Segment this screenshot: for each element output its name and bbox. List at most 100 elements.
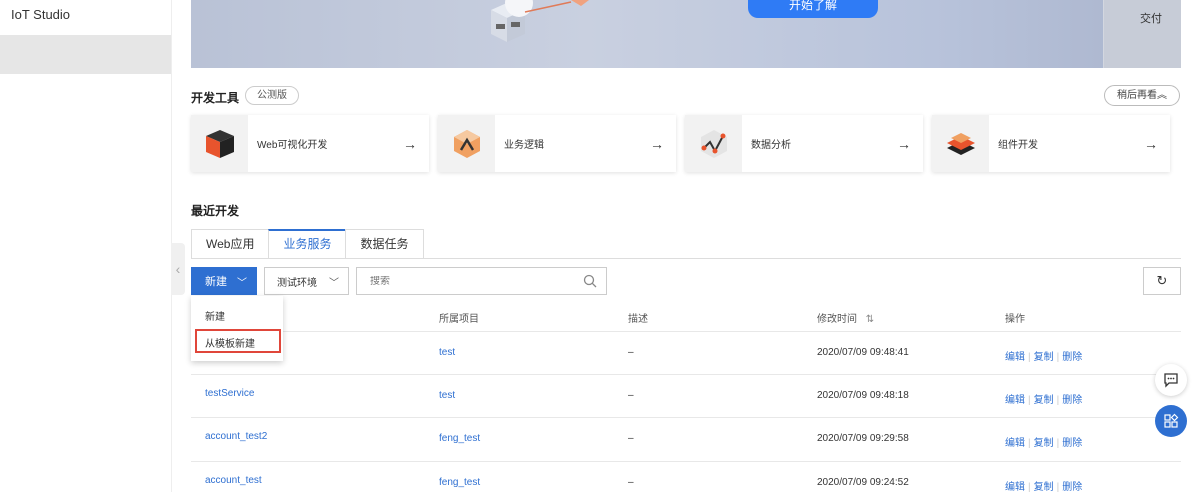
column-header-project: 所属项目 xyxy=(439,314,479,325)
project-link[interactable]: test xyxy=(439,347,455,358)
divider: | xyxy=(1056,395,1060,406)
modified-time-cell: 2020/07/09 09:48:18 xyxy=(817,390,909,401)
search-input[interactable] xyxy=(370,275,570,287)
tab-web-app[interactable]: Web应用 xyxy=(191,229,270,259)
sort-icon: ⇅ xyxy=(865,314,875,325)
column-header-description: 描述 xyxy=(628,314,648,325)
project-link[interactable]: feng_test xyxy=(439,477,480,488)
refresh-button[interactable]: ↻ xyxy=(1143,267,1181,295)
service-name-link[interactable]: testService xyxy=(205,388,254,399)
divider: | xyxy=(1056,352,1060,363)
edit-link[interactable]: 编辑 xyxy=(1005,438,1025,449)
beta-badge: 公测版 xyxy=(245,86,299,105)
sidebar-collapse-handle[interactable]: ‹ xyxy=(171,243,185,295)
search-icon[interactable] xyxy=(583,274,597,288)
service-name-link[interactable]: account_test2 xyxy=(205,431,267,442)
divider: | xyxy=(1028,482,1031,492)
modified-time-cell: 2020/07/09 09:48:41 xyxy=(817,347,909,358)
divider: | xyxy=(1028,352,1031,363)
recent-dev-title: 最近开发 xyxy=(191,204,240,218)
data-analysis-icon xyxy=(685,115,742,172)
description-cell: – xyxy=(628,390,634,401)
tool-card-web-visual[interactable]: Web可视化开发 → xyxy=(191,115,429,172)
tool-card-label: Web可视化开发 xyxy=(257,140,328,151)
refresh-icon: ↻ xyxy=(1156,273,1168,288)
view-later-button[interactable]: 稍后再看︽ xyxy=(1104,85,1180,106)
collapse-up-icon: ︽ xyxy=(1157,90,1167,101)
tool-card-component-dev[interactable]: 组件开发 → xyxy=(932,115,1170,172)
chevron-left-icon: ‹ xyxy=(175,261,181,277)
row-actions: 编辑 | 复制 | 删除 xyxy=(1005,434,1082,449)
apps-button[interactable] xyxy=(1155,405,1187,437)
tool-card-label: 业务逻辑 xyxy=(504,140,544,151)
promo-banner: 开始了解 交付 xyxy=(191,0,1181,68)
search-box xyxy=(356,267,607,295)
tool-card-data-analysis[interactable]: 数据分析 → xyxy=(685,115,923,172)
copy-link[interactable]: 复制 xyxy=(1034,395,1054,406)
arrow-right-icon: → xyxy=(897,135,911,152)
banner-side-label: 交付 xyxy=(1140,13,1162,25)
description-cell: – xyxy=(628,477,634,488)
row-divider xyxy=(191,461,1181,462)
delete-link[interactable]: 删除 xyxy=(1062,395,1082,406)
divider: | xyxy=(1056,438,1060,449)
row-actions: 编辑 | 复制 | 删除 xyxy=(1005,478,1082,492)
new-button-label: 新建 xyxy=(205,276,227,288)
delete-link[interactable]: 删除 xyxy=(1062,438,1082,449)
delete-link[interactable]: 删除 xyxy=(1062,352,1082,363)
feedback-button[interactable] xyxy=(1155,364,1187,396)
copy-link[interactable]: 复制 xyxy=(1034,438,1054,449)
environment-label: 测试环境 xyxy=(277,277,317,289)
row-actions: 编辑 | 复制 | 删除 xyxy=(1005,391,1082,406)
divider: | xyxy=(1028,438,1031,449)
banner-illustration xyxy=(491,0,589,42)
row-actions: 编辑 | 复制 | 删除 xyxy=(1005,348,1082,363)
modified-time-cell: 2020/07/09 09:29:58 xyxy=(817,433,909,444)
web-visual-icon xyxy=(191,115,248,172)
column-header-actions: 操作 xyxy=(1005,314,1025,325)
tool-card-label: 数据分析 xyxy=(751,140,791,151)
copy-link[interactable]: 复制 xyxy=(1034,352,1054,363)
view-later-label: 稍后再看 xyxy=(1117,90,1157,101)
arrow-right-icon: → xyxy=(650,135,664,152)
modified-time-label: 修改时间 xyxy=(817,314,857,325)
row-divider xyxy=(191,374,1181,375)
edit-link[interactable]: 编辑 xyxy=(1005,352,1025,363)
column-header-modified-time[interactable]: 修改时间 ⇅ xyxy=(817,310,874,325)
edit-link[interactable]: 编辑 xyxy=(1005,395,1025,406)
project-link[interactable]: test xyxy=(439,390,455,401)
description-cell: – xyxy=(628,347,634,358)
menu-item-new[interactable]: 新建 xyxy=(205,308,225,323)
modified-time-cell: 2020/07/09 09:24:52 xyxy=(817,477,909,488)
header-divider xyxy=(191,331,1181,332)
copy-link[interactable]: 复制 xyxy=(1034,482,1054,492)
tool-card-business-logic[interactable]: 业务逻辑 → xyxy=(438,115,676,172)
row-divider xyxy=(191,417,1181,418)
recent-tabs: Web应用 业务服务 数据任务 xyxy=(191,229,424,259)
tab-data-task[interactable]: 数据任务 xyxy=(345,229,424,259)
new-button[interactable]: 新建 ﹀ xyxy=(191,267,257,295)
delete-link[interactable]: 删除 xyxy=(1062,482,1082,492)
sidebar-active-item[interactable] xyxy=(0,35,171,74)
chat-icon xyxy=(1164,373,1178,388)
arrow-right-icon: → xyxy=(1144,135,1158,152)
divider: | xyxy=(1028,395,1031,406)
chevron-down-icon: ﹀ xyxy=(329,277,339,289)
edit-link[interactable]: 编辑 xyxy=(1005,482,1025,492)
brand-title: IoT Studio xyxy=(11,7,71,22)
sidebar: IoT Studio xyxy=(0,0,172,492)
tool-card-label: 组件开发 xyxy=(998,140,1038,151)
chevron-down-icon: ﹀ xyxy=(237,277,247,289)
tab-business-service[interactable]: 业务服务 xyxy=(268,229,347,259)
highlight-box xyxy=(195,329,281,353)
description-cell: – xyxy=(628,433,634,444)
project-link[interactable]: feng_test xyxy=(439,433,480,444)
service-name-link[interactable]: account_test xyxy=(205,475,262,486)
environment-select[interactable]: 测试环境 ﹀ xyxy=(264,267,349,295)
banner-side-panel: 交付 xyxy=(1103,0,1181,68)
component-dev-icon xyxy=(932,115,989,172)
banner-cta-button[interactable]: 开始了解 xyxy=(748,0,878,18)
arrow-right-icon: → xyxy=(403,135,417,152)
business-logic-icon xyxy=(438,115,495,172)
dev-tools-title: 开发工具 xyxy=(191,91,240,105)
